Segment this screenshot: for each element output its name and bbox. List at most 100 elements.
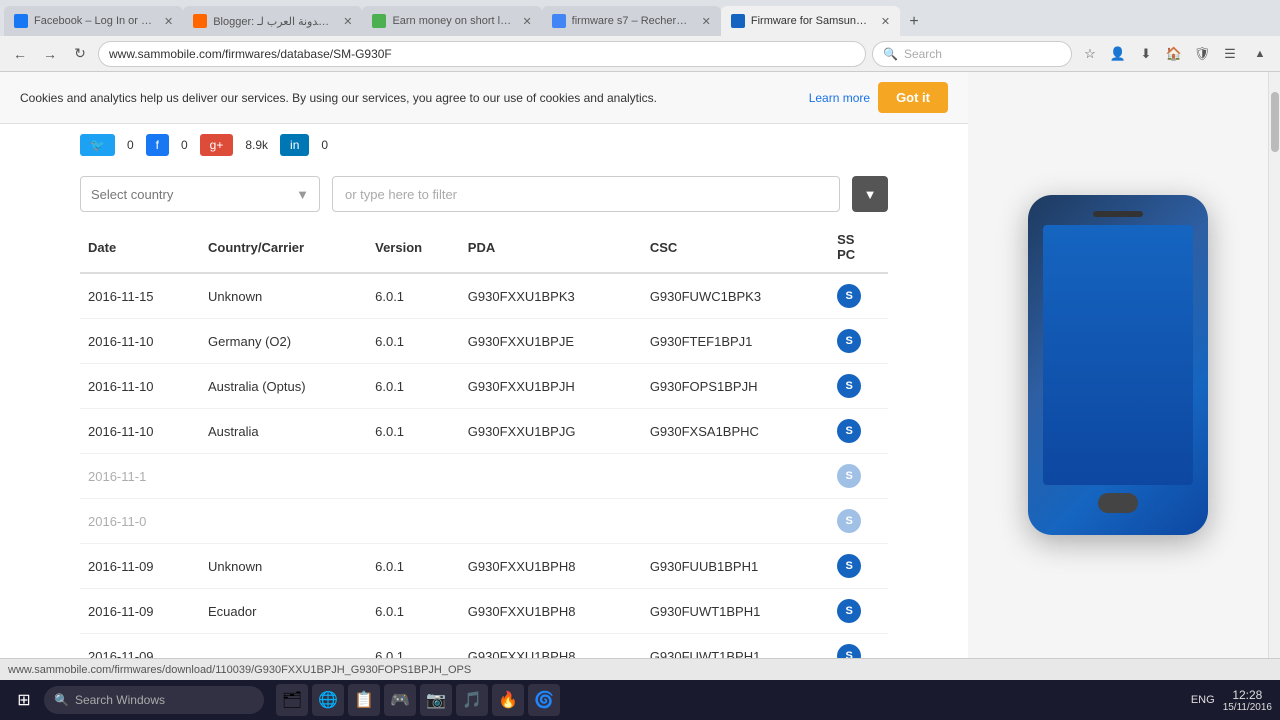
tab-close-google[interactable]: ✕ [702,15,711,28]
new-tab-button[interactable]: + [900,8,928,36]
cell-1: Australia [200,409,367,454]
cell-1: Unknown [200,544,367,589]
samsung-download-icon[interactable]: S [837,374,861,398]
facebook-share-button[interactable]: f [146,134,169,156]
cell-icon[interactable]: S [829,544,888,589]
facebook-icon: f [156,138,159,152]
cell-icon[interactable]: S [829,273,888,319]
cell-icon[interactable]: S [829,454,888,499]
cell-3 [460,499,642,544]
cell-icon[interactable]: S [829,409,888,454]
cell-0: 2016-11-10 [80,364,200,409]
cell-2: 6.0.1 [367,364,460,409]
back-button[interactable]: ← [8,42,32,66]
bookmark-icon[interactable]: ☆ [1078,42,1102,66]
clock-time: 12:28 [1223,688,1272,702]
cell-3: G930FXXU1BPH8 [460,544,642,589]
twitter-share-button[interactable]: 🐦 [80,134,115,156]
tab-label-sammo: Firmware for Samsung SM... [751,15,871,27]
cell-2: 6.0.1 [367,589,460,634]
scroll-up-button[interactable]: ▲ [1248,42,1272,66]
favicon-fb [14,14,28,28]
scrollbar[interactable] [1268,72,1280,658]
tab-close-bl[interactable]: ✕ [343,15,352,28]
cell-1: Ecuador [200,589,367,634]
cell-4: G930FUWT1BPH1 [642,589,829,634]
taskbar-app-7[interactable]: 🔥 [492,684,524,716]
home-icon[interactable]: 🏠 [1162,42,1186,66]
taskbar-app-6[interactable]: 🎵 [456,684,488,716]
got-it-button[interactable]: Got it [878,82,948,113]
cell-4 [642,454,829,499]
menu-icon[interactable]: ☰ [1218,42,1242,66]
samsung-download-icon[interactable]: S [837,554,861,578]
tab-bar: Facebook – Log In or Sign ... ✕ Blogger:… [0,0,1280,36]
cell-icon[interactable]: S [829,319,888,364]
filter-area: Select country ▼ or type here to filter … [0,166,968,222]
tab-facebook[interactable]: Facebook – Log In or Sign ... ✕ [4,6,183,36]
tab-close-sammo[interactable]: ✕ [881,15,890,28]
samsung-download-icon[interactable]: S [837,329,861,353]
linkedin-share-button[interactable]: in [280,134,309,156]
taskbar-app-list: 🗂 🌐 📋 🎮 📷 🎵 🔥 🌀 [276,684,560,716]
user-icon[interactable]: 👤 [1106,42,1130,66]
googleplus-icon: g+ [210,138,224,152]
tab-close-earn[interactable]: ✕ [522,15,531,28]
tab-blogger[interactable]: Blogger: مدونة العرب لـ .... ✕ [183,6,362,36]
samsung-download-icon[interactable]: S [837,284,861,308]
tab-label-google: firmware s7 – Recherche G... [572,15,692,27]
taskbar-app-4[interactable]: 🎮 [384,684,416,716]
tab-label-bl: Blogger: مدونة العرب لـ .... [213,15,333,28]
forward-button[interactable]: → [38,42,62,66]
filter-icon-button[interactable]: ▼ [852,176,888,212]
filter-text-input[interactable]: or type here to filter [332,176,840,212]
googleplus-share-button[interactable]: g+ [200,134,234,156]
cell-icon[interactable]: S [829,589,888,634]
table-row: 2016-11-10Australia6.0.1G930FXXU1BPJGG93… [80,409,888,454]
cell-4: G930FUWT1BPH1 [642,634,829,659]
cell-icon[interactable]: S [829,364,888,409]
samsung-download-icon[interactable]: S [837,644,861,658]
taskbar-language: ENG [1191,694,1215,706]
cell-2: 6.0.1 [367,273,460,319]
samsung-download-icon[interactable]: S [837,419,861,443]
refresh-button[interactable]: ↻ [68,42,92,66]
cell-1 [200,454,367,499]
taskbar-app-3[interactable]: 📋 [348,684,380,716]
cookie-learn-more-link[interactable]: Learn more [809,91,870,105]
samsung-download-icon[interactable]: S [837,599,861,623]
cell-4: G930FUUB1BPH1 [642,544,829,589]
taskbar-app-1[interactable]: 🗂 [276,684,308,716]
windows-start-button[interactable]: ⊞ [8,684,40,716]
url-bar[interactable]: www.sammobile.com/firmwares/database/SM-… [98,41,866,67]
taskbar-app-2[interactable]: 🌐 [312,684,344,716]
browser-search-box[interactable]: 🔍 Search [872,41,1072,67]
taskbar-app-5[interactable]: 📷 [420,684,452,716]
taskbar-app-8[interactable]: 🌀 [528,684,560,716]
cell-4 [642,499,829,544]
windows-search-box[interactable]: 🔍 Search Windows [44,686,264,714]
favicon-google [552,14,566,28]
cell-3: G930FXXU1BPH8 [460,589,642,634]
filter-icon: ▼ [864,187,877,202]
scrollbar-thumb[interactable] [1271,92,1279,152]
cell-icon[interactable]: S [829,634,888,659]
tab-earn[interactable]: Earn money on short links.... ✕ [362,6,541,36]
cell-0: 2016-11-10 [80,409,200,454]
favicon-earn [372,14,386,28]
cell-4: G930FTEF1BPJ1 [642,319,829,364]
cell-icon[interactable]: S [829,499,888,544]
table-row: 2016-11-10Australia (Optus)6.0.1G930FXXU… [80,364,888,409]
cell-0: 2016-11-09 [80,634,200,659]
tab-close-fb[interactable]: ✕ [164,15,173,28]
tab-google[interactable]: firmware s7 – Recherche G... ✕ [542,6,721,36]
tab-sammobile[interactable]: Firmware for Samsung SM... ✕ [721,6,900,36]
cell-0: 2016-11-10 [80,319,200,364]
url-text: www.sammobile.com/firmwares/database/SM-… [109,47,392,61]
cell-0: 2016-11-1 [80,454,200,499]
shield-icon[interactable]: 🛡 [1190,42,1214,66]
samsung-download-icon[interactable]: S [837,464,861,488]
country-select-dropdown[interactable]: Select country ▼ [80,176,320,212]
download-icon[interactable]: ⬇ [1134,42,1158,66]
samsung-download-icon[interactable]: S [837,509,861,533]
